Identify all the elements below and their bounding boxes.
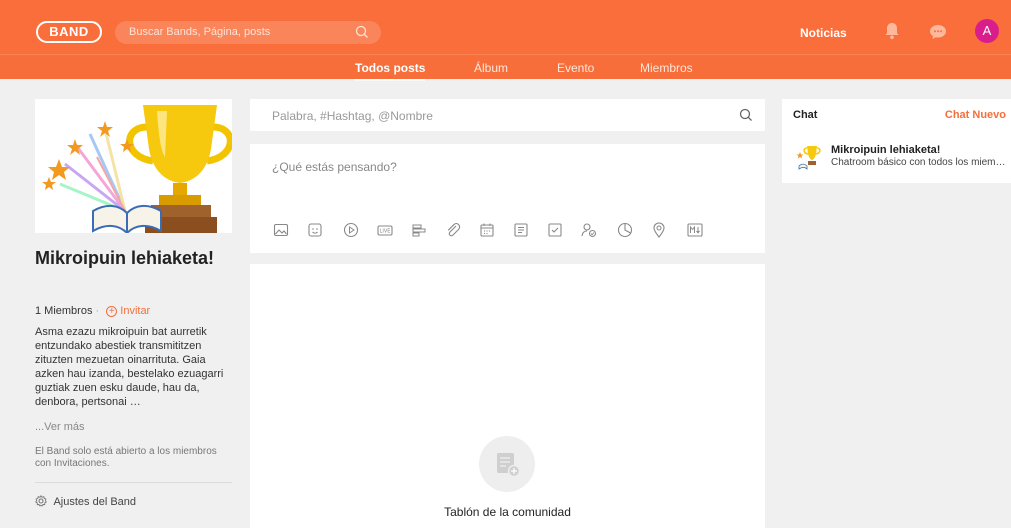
location-pin-icon[interactable]: [651, 222, 667, 238]
invite-button[interactable]: + Invitar: [106, 305, 150, 317]
band-settings-link[interactable]: Ajustes del Band: [35, 495, 136, 508]
book-rays-illustration: [59, 128, 127, 213]
empty-state-title: Tablón de la comunidad: [444, 505, 571, 519]
invite-label: Invitar: [120, 305, 151, 317]
search-icon[interactable]: [355, 25, 369, 44]
live-icon[interactable]: LIVE: [377, 222, 393, 238]
video-icon[interactable]: [343, 222, 359, 238]
tab-members[interactable]: Miembros: [640, 61, 693, 75]
plus-circle-icon: +: [106, 306, 118, 317]
new-chat-button[interactable]: Chat Nuevo: [945, 109, 1006, 121]
chat-room-thumbnail: [795, 142, 825, 175]
empty-state-badge: [479, 436, 535, 492]
empty-board-icon: [497, 453, 521, 478]
attendance-icon[interactable]: [581, 222, 597, 238]
tab-all-posts[interactable]: Todos posts: [355, 61, 426, 81]
band-description: Asma ezazu mikroipuin bat aurretik entzu…: [35, 326, 224, 408]
top-bar: BAND Buscar Bands, Página, posts Noticia…: [0, 0, 1011, 54]
post-search-input[interactable]: Palabra, #Hashtag, @Nombre: [250, 99, 765, 131]
chat-title: Chat: [793, 109, 818, 121]
composer-placeholder[interactable]: ¿Qué estás pensando?: [272, 160, 397, 174]
gear-icon: [35, 495, 53, 508]
global-search-input[interactable]: Buscar Bands, Página, posts: [115, 21, 381, 44]
calendar-icon[interactable]: [479, 222, 495, 238]
svg-text:LIVE: LIVE: [380, 229, 391, 235]
post-feed: Tablón de la comunidad: [250, 264, 765, 528]
attachment-icon[interactable]: [445, 222, 461, 238]
news-link[interactable]: Noticias: [800, 26, 847, 40]
band-cover-image[interactable]: [35, 99, 234, 236]
chat-room-name: Mikroipuin lehiaketa!: [831, 144, 941, 156]
band-info-panel: Mikroipuin lehiaketa! 1 Miembros · + Invi…: [35, 99, 234, 528]
chat-panel: Chat Chat Nuevo Mikroipuin lehiaketa! Ch…: [782, 99, 1011, 183]
band-logo[interactable]: BAND: [36, 21, 102, 43]
divider: [35, 482, 232, 483]
todo-icon[interactable]: [547, 222, 563, 238]
band-title: Mikroipuin lehiaketa!: [35, 248, 215, 268]
members-count[interactable]: 1 Miembros: [35, 305, 92, 317]
pie-chart-icon[interactable]: [617, 222, 633, 238]
chat-bubble-icon[interactable]: [929, 24, 947, 45]
separator-dot: ·: [95, 305, 100, 317]
search-icon[interactable]: [739, 108, 753, 127]
members-line: 1 Miembros · + Invitar: [35, 305, 150, 317]
band-nav: Todos posts Álbum Evento Miembros: [0, 54, 1011, 81]
markdown-icon[interactable]: [687, 222, 703, 238]
file-list-icon[interactable]: [513, 222, 529, 238]
global-search-placeholder: Buscar Bands, Página, posts: [129, 26, 271, 38]
post-search-placeholder: Palabra, #Hashtag, @Nombre: [272, 109, 433, 123]
sticker-icon[interactable]: [307, 222, 323, 238]
chat-room-preview: Chatroom básico con todos los miembros: [831, 157, 1007, 168]
settings-label: Ajustes del Band: [53, 496, 137, 508]
post-composer[interactable]: ¿Qué estás pensando? LIVE: [250, 144, 765, 253]
avatar[interactable]: A: [975, 19, 999, 43]
photo-icon[interactable]: [273, 222, 289, 238]
tab-event[interactable]: Evento: [557, 61, 594, 75]
tab-album[interactable]: Álbum: [474, 61, 508, 75]
poll-icon[interactable]: [411, 222, 427, 238]
closed-band-note: El Band solo está abierto a los miembros…: [35, 446, 217, 469]
see-more-link[interactable]: ...Ver más: [35, 421, 85, 433]
bell-icon[interactable]: [884, 22, 900, 45]
